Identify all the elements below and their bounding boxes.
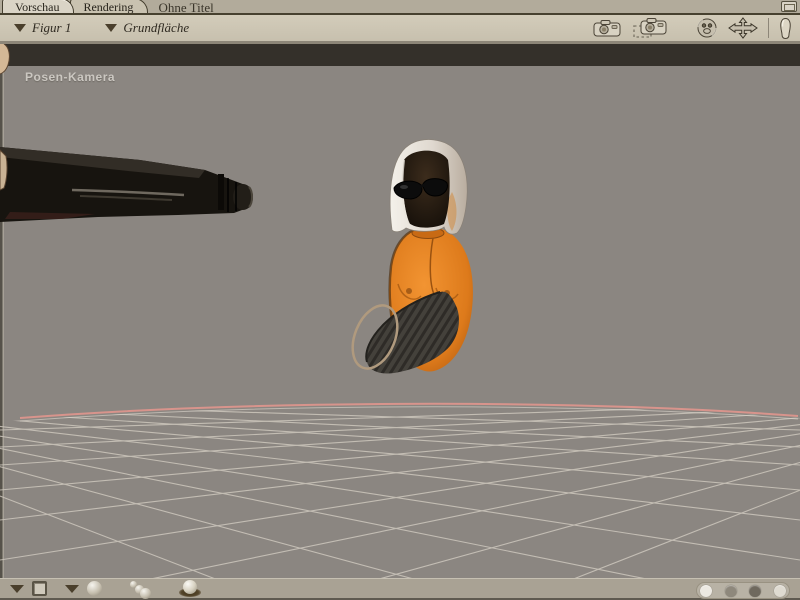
camera-select-icon[interactable] <box>632 17 668 39</box>
chevron-down-icon <box>14 24 26 32</box>
viewport-left-edge <box>0 44 3 578</box>
viewport-top-bar <box>0 44 800 66</box>
camera-controls <box>592 17 794 40</box>
figure-selector[interactable]: Figur 1 <box>14 20 71 36</box>
figure-style-dropdown-icon[interactable] <box>65 584 79 593</box>
trackball-icon[interactable] <box>696 17 718 39</box>
move-axes-icon[interactable] <box>728 17 758 39</box>
ground-horizon-line <box>19 402 799 419</box>
chevron-down-icon <box>105 24 118 32</box>
app-window: Vorschau Rendering Ohne Titel Figur 1 Gr… <box>0 0 800 600</box>
color-dot-tray <box>696 582 790 599</box>
document-style-dropdown-icon[interactable] <box>10 584 24 593</box>
preview-viewport[interactable]: Posen-Kamera <box>0 44 800 578</box>
light-bulb-icon[interactable] <box>779 17 792 40</box>
tab-rendering-label: Rendering <box>83 0 134 14</box>
figure-selector-label: Figur 1 <box>32 20 72 35</box>
display-style-bar <box>0 578 800 600</box>
sphere-style-icon[interactable] <box>87 581 102 596</box>
mechanical-arm-prop <box>0 147 253 222</box>
shadow-sphere-icon[interactable] <box>178 579 202 598</box>
color-dot-2[interactable] <box>724 584 737 597</box>
camera-name-label: Posen-Kamera <box>25 70 116 84</box>
main-toolbar: Figur 1 Grundfläche <box>0 15 800 44</box>
toolbar-divider <box>768 18 769 38</box>
color-dot-3[interactable] <box>749 584 762 597</box>
element-selector[interactable]: Grundfläche <box>105 20 189 36</box>
multi-sphere-style-icon[interactable] <box>128 580 152 599</box>
camera-icon[interactable] <box>592 18 622 38</box>
tab-vorschau[interactable]: Vorschau <box>2 0 75 14</box>
scene-canvas <box>0 44 800 578</box>
document-title: Ohne Titel <box>158 0 214 15</box>
ground-grid <box>0 405 800 578</box>
figure-torso <box>351 139 473 374</box>
tab-rendering[interactable]: Rendering <box>70 0 149 14</box>
window-widget-icon[interactable] <box>781 1 797 12</box>
element-selector-label: Grundfläche <box>123 20 190 35</box>
tab-bar: Vorschau Rendering Ohne Titel <box>0 0 800 15</box>
tab-vorschau-label: Vorschau <box>15 0 60 14</box>
box-style-icon[interactable] <box>32 581 47 596</box>
color-dot-4[interactable] <box>773 584 786 597</box>
color-dot-1[interactable] <box>700 584 712 597</box>
